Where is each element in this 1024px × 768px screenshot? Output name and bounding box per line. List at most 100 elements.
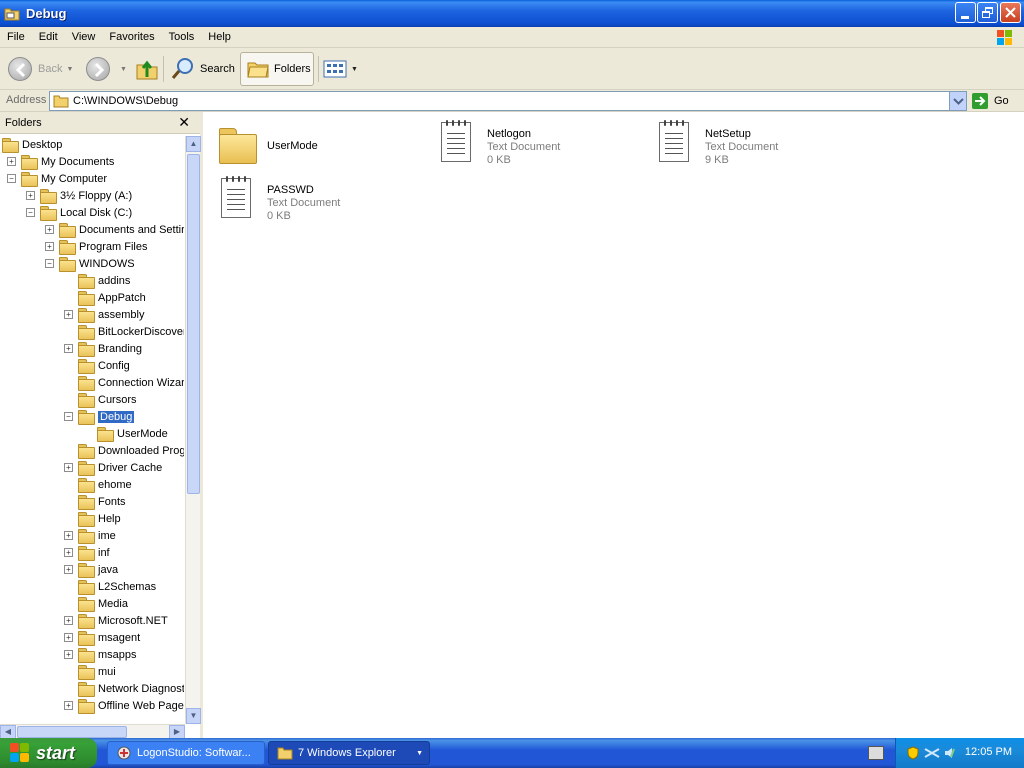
file-item-netsetup[interactable]: NetSetup Text Document 9 KB	[647, 118, 857, 168]
expand-icon[interactable]: +	[64, 344, 73, 353]
scroll-thumb-horizontal[interactable]	[17, 726, 127, 738]
tree-item[interactable]: − Local Disk (C:)	[26, 204, 132, 221]
taskbar-item-logonstudio[interactable]: LogonStudio: Softwar...	[107, 741, 265, 765]
menu-favorites[interactable]: Favorites	[102, 27, 161, 48]
menu-view[interactable]: View	[65, 27, 103, 48]
expand-icon[interactable]: +	[45, 242, 54, 251]
close-icon[interactable]: ✕	[178, 114, 190, 131]
collapse-icon[interactable]: −	[7, 174, 16, 183]
tree-item[interactable]: + Driver Cache	[64, 459, 162, 476]
folder-icon	[78, 410, 95, 425]
tree-item[interactable]: +3½ Floppy (A:)	[26, 187, 132, 204]
search-button[interactable]: Search	[170, 52, 235, 86]
tree-item[interactable]: + My Documents	[7, 153, 115, 170]
expand-icon[interactable]: +	[7, 157, 16, 166]
tree-item[interactable]: + inf	[64, 544, 110, 561]
tree-item[interactable]: + msapps	[64, 646, 137, 663]
folder-tree[interactable]: Desktop + My Documents − My Computer +3½ Flop…	[0, 136, 184, 726]
expand-icon[interactable]: +	[64, 310, 73, 319]
tree-item[interactable]: + Microsoft.NET	[64, 612, 168, 629]
tree-horizontal-scrollbar[interactable]: ◀ ▶	[0, 724, 185, 739]
scroll-down-icon[interactable]: ▼	[186, 708, 201, 724]
tree-item[interactable]: L2Schemas	[78, 578, 156, 595]
menu-help[interactable]: Help	[201, 27, 238, 48]
tree-item[interactable]: Help	[78, 510, 121, 527]
expand-icon[interactable]: +	[64, 548, 73, 557]
close-button[interactable]	[1000, 2, 1021, 23]
expand-icon[interactable]: +	[64, 565, 73, 574]
expand-icon[interactable]: +	[64, 701, 73, 710]
scroll-up-icon[interactable]: ▲	[186, 136, 201, 152]
tree-item[interactable]: AppPatch	[78, 289, 146, 306]
folders-button[interactable]: Folders	[240, 52, 314, 86]
expand-icon[interactable]: +	[64, 633, 73, 642]
tree-item[interactable]: − WINDOWS	[45, 255, 135, 272]
back-button[interactable]: Back ▼	[8, 52, 73, 86]
address-dropdown-button[interactable]	[949, 92, 966, 110]
menu-tools[interactable]: Tools	[162, 27, 202, 48]
tree-item[interactable]: addins	[78, 272, 130, 289]
minimize-button[interactable]	[955, 2, 976, 23]
folder-icon	[78, 359, 95, 374]
collapse-icon[interactable]: −	[64, 412, 73, 421]
tree-item[interactable]: UserMode	[97, 425, 168, 442]
tree-item[interactable]: Network Diagnost	[78, 680, 184, 697]
tree-item[interactable]: − My Computer	[7, 170, 107, 187]
chevron-down-icon[interactable]: ▼	[120, 66, 127, 73]
chevron-down-icon[interactable]: ▼	[416, 750, 423, 757]
volume-icon[interactable]	[943, 746, 957, 760]
tree-item[interactable]: Desktop	[2, 136, 62, 153]
security-shield-icon[interactable]	[906, 746, 920, 760]
expand-icon[interactable]: +	[64, 650, 73, 659]
expand-icon[interactable]: +	[64, 616, 73, 625]
file-item-netlogon[interactable]: Netlogon Text Document 0 KB	[429, 118, 639, 168]
taskbar-item-windows-explorer[interactable]: 7 Windows Explorer ▼	[268, 741, 430, 765]
tree-item[interactable]: + Offline Web Page	[64, 697, 184, 714]
network-icon[interactable]	[924, 746, 940, 760]
tree-item[interactable]: Downloaded Prog	[78, 442, 184, 459]
tree-item[interactable]: Connection Wizar	[78, 374, 184, 391]
tree-item[interactable]: + Program Files	[45, 238, 147, 255]
tree-item[interactable]: + java	[64, 561, 118, 578]
tree-item[interactable]: + msagent	[64, 629, 140, 646]
chevron-down-icon[interactable]: ▼	[66, 66, 73, 73]
tree-item[interactable]: + Branding	[64, 340, 142, 357]
collapse-icon[interactable]: −	[45, 259, 54, 268]
expand-icon[interactable]: +	[64, 463, 73, 472]
start-button[interactable]: start	[0, 738, 97, 768]
tree-item[interactable]: Media	[78, 595, 128, 612]
menu-file[interactable]: File	[0, 27, 32, 48]
tree-item[interactable]: mui	[78, 663, 116, 680]
keyboard-icon[interactable]	[868, 746, 884, 760]
tree-vertical-scrollbar[interactable]: ▲ ▼	[185, 136, 201, 724]
collapse-icon[interactable]: −	[26, 208, 35, 217]
tree-item[interactable]: − Debug	[64, 408, 135, 425]
up-folder-button[interactable]	[135, 52, 159, 86]
tree-item[interactable]: + ime	[64, 527, 116, 544]
tree-item[interactable]: Fonts	[78, 493, 126, 510]
tree-item[interactable]: + Documents and Settir	[45, 221, 184, 238]
scroll-thumb[interactable]	[187, 154, 200, 494]
chevron-down-icon[interactable]: ▼	[351, 66, 358, 73]
expand-icon[interactable]: +	[45, 225, 54, 234]
expand-icon[interactable]: +	[64, 531, 73, 540]
tree-item[interactable]: + assembly	[64, 306, 144, 323]
title-bar[interactable]: Debug	[0, 0, 1024, 27]
tree-item[interactable]: Cursors	[78, 391, 137, 408]
file-list[interactable]: UserMode Netlogon Text Document 0 KB Net…	[203, 112, 1024, 738]
forward-button[interactable]: ▼	[86, 52, 127, 86]
file-item-passwd[interactable]: PASSWD Text Document 0 KB	[209, 174, 419, 224]
restore-button[interactable]	[977, 2, 998, 23]
scroll-left-icon[interactable]: ◀	[0, 725, 16, 739]
tree-item[interactable]: Config	[78, 357, 130, 374]
scroll-right-icon[interactable]: ▶	[169, 725, 185, 739]
go-button[interactable]: Go	[972, 92, 1009, 110]
tree-item[interactable]: ehome	[78, 476, 132, 493]
expand-icon[interactable]: +	[26, 191, 35, 200]
file-item-usermode[interactable]: UserMode	[209, 118, 419, 168]
address-input[interactable]: C:\WINDOWS\Debug	[49, 91, 967, 111]
views-button[interactable]: ▼	[323, 52, 358, 86]
tree-item-label: My Documents	[41, 155, 115, 168]
menu-edit[interactable]: Edit	[32, 27, 65, 48]
tree-item[interactable]: BitLockerDiscover	[78, 323, 184, 340]
